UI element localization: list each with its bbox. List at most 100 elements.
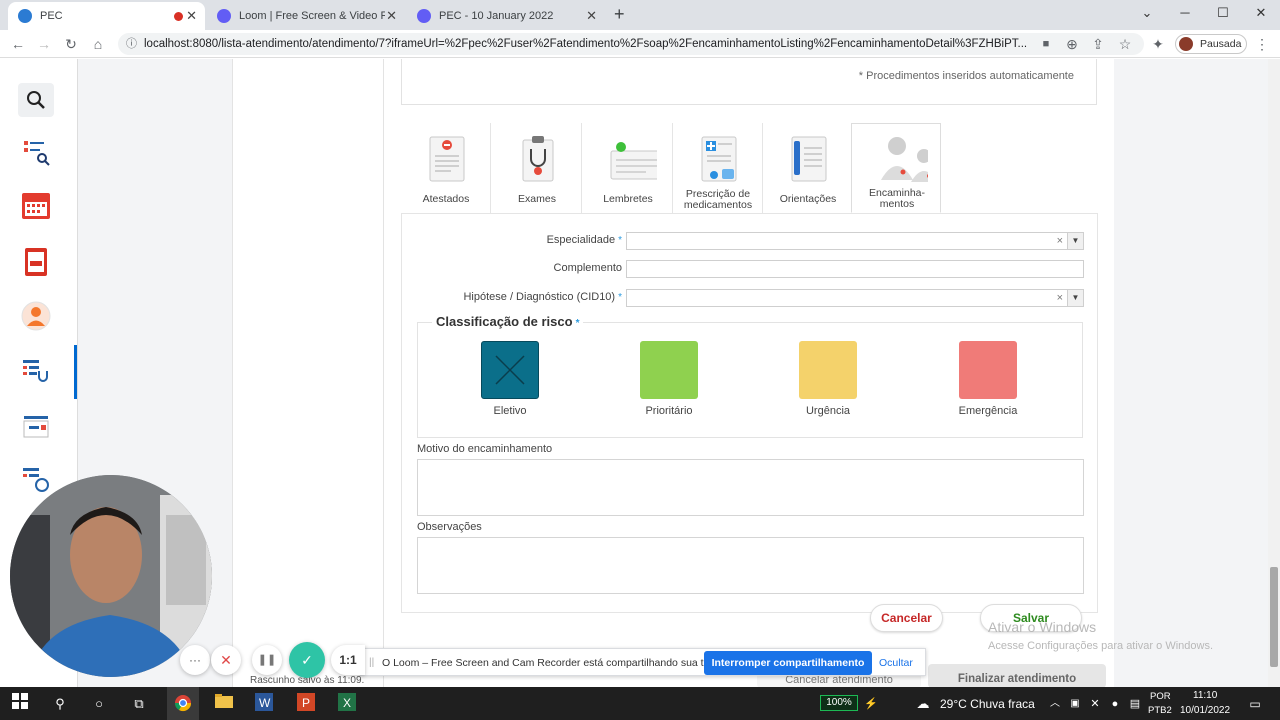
close-icon[interactable]: ✕ — [386, 8, 397, 24]
webcam-bubble[interactable] — [10, 475, 212, 677]
scrollbar[interactable] — [1268, 59, 1280, 687]
complemento-input[interactable] — [626, 260, 1084, 278]
tab-lembretes[interactable]: Lembretes — [583, 123, 673, 213]
chevron-up-icon[interactable]: ︿ — [1044, 693, 1066, 715]
close-icon[interactable]: ✕ — [586, 8, 597, 24]
queue-clock-icon[interactable] — [18, 463, 54, 497]
drag-handle-icon[interactable]: || — [369, 657, 374, 668]
tab-exames[interactable]: Exames — [492, 123, 582, 213]
calendar-icon[interactable] — [18, 189, 54, 223]
language-code[interactable]: POR — [1150, 691, 1171, 702]
scrollbar-thumb[interactable] — [1270, 567, 1278, 667]
tray-app-icon[interactable]: ▣ — [1064, 693, 1086, 715]
weather-text[interactable]: 29°C Chuva fraca — [940, 697, 1035, 711]
close-icon[interactable]: ✕ — [186, 8, 197, 24]
tab-atestados[interactable]: Atestados — [401, 123, 491, 213]
patient-search-icon[interactable] — [18, 135, 54, 169]
attendance-list-icon[interactable] — [18, 355, 54, 389]
chevron-down-icon[interactable]: ▼ — [1067, 290, 1083, 306]
procedures-box: * Procedimentos inseridos automaticament… — [401, 59, 1097, 105]
risk-prioritario[interactable]: Prioritário — [639, 341, 699, 417]
finish-recording-button[interactable]: ✓ — [289, 642, 325, 678]
loom-favicon-icon — [217, 9, 231, 23]
tab-orientacoes[interactable]: Orientações — [763, 123, 853, 213]
powerpoint-icon[interactable]: P — [295, 693, 317, 715]
cancel-recording-button[interactable]: ✕ — [211, 645, 241, 675]
clear-icon[interactable]: × — [1057, 235, 1063, 247]
cds-document-icon[interactable] — [18, 245, 54, 279]
site-info-icon[interactable]: ⓘ — [126, 33, 137, 55]
back-icon[interactable]: ← — [8, 34, 28, 54]
tab-encaminhamentos[interactable]: Encaminha-mentos — [851, 123, 941, 213]
motivo-label: Motivo do encaminhamento — [417, 443, 553, 455]
search-icon[interactable] — [18, 83, 54, 117]
windows-activation-title: Ativar o Windows — [988, 619, 1097, 635]
risk-emergencia-swatch[interactable] — [959, 341, 1017, 399]
minimize-button[interactable]: ─ — [1166, 0, 1204, 28]
risk-emergencia[interactable]: Emergência — [958, 341, 1018, 417]
risk-prioritario-swatch[interactable] — [640, 341, 698, 399]
avatar — [1179, 37, 1193, 51]
file-explorer-icon[interactable] — [213, 693, 235, 715]
new-tab-button[interactable]: + — [614, 4, 625, 25]
camera-icon[interactable]: ■ — [1036, 34, 1056, 54]
extensions-icon[interactable]: ✦ — [1148, 34, 1168, 54]
risk-urgencia-swatch[interactable] — [799, 341, 857, 399]
pause-button[interactable]: ❚❚ — [252, 645, 282, 675]
maximize-button[interactable]: ☐ — [1204, 0, 1242, 28]
home-icon[interactable]: ⌂ — [88, 34, 108, 54]
loom-favicon-icon — [417, 9, 431, 23]
zoom-icon[interactable]: ⊕ — [1062, 34, 1082, 54]
address-input[interactable]: ⓘ localhost:8080/lista-atendimento/atend… — [118, 33, 1144, 55]
chrome-icon[interactable] — [167, 687, 199, 720]
risk-label: Emergência — [958, 405, 1018, 417]
bookmark-star-icon[interactable]: ☆ — [1115, 34, 1135, 54]
notifications-icon[interactable]: ▭ — [1244, 693, 1266, 715]
profile-button[interactable]: Pausada — [1175, 34, 1247, 54]
keyboard-layout[interactable]: PTB2 — [1148, 705, 1172, 716]
clock-date[interactable]: 10/01/2022 — [1180, 705, 1230, 716]
menu-icon[interactable]: ⋮ — [1252, 34, 1272, 54]
clock-time[interactable]: 11:10 — [1193, 690, 1217, 701]
tab-pec-jan[interactable]: PEC - 10 January 2022 ✕ — [407, 2, 605, 30]
tab-loom[interactable]: Loom | Free Screen & Video Recor ✕ — [207, 2, 405, 30]
observacoes-label: Observações — [417, 521, 482, 533]
hide-button[interactable]: Ocultar — [879, 657, 913, 669]
forward-icon[interactable]: → — [34, 34, 54, 54]
tab-label: Exames — [518, 193, 556, 205]
motivo-textarea[interactable] — [417, 459, 1084, 516]
tab-search-icon[interactable]: ⌄ — [1128, 0, 1166, 28]
mute-icon[interactable]: ✕ — [1084, 693, 1106, 715]
risk-eletivo[interactable]: Eletivo — [480, 341, 540, 417]
tab-pec[interactable]: PEC ✕ — [8, 2, 205, 30]
more-options-button[interactable]: ··· — [180, 645, 210, 675]
tab-label: Lembretes — [603, 193, 653, 205]
cancel-button[interactable]: Cancelar — [870, 604, 943, 632]
window-close-button[interactable]: ✕ — [1242, 0, 1280, 28]
reload-icon[interactable]: ↻ — [61, 34, 81, 54]
share-icon[interactable]: ⇪ — [1088, 34, 1108, 54]
records-icon[interactable] — [18, 409, 54, 443]
clear-icon[interactable]: × — [1057, 292, 1063, 304]
battery-indicator[interactable]: 100% — [820, 695, 858, 711]
cortana-icon[interactable]: ○ — [88, 693, 110, 715]
search-icon[interactable]: ⚲ — [49, 693, 71, 715]
word-icon[interactable]: W — [253, 693, 275, 715]
risk-eletivo-swatch[interactable] — [481, 341, 539, 399]
procedures-note: * Procedimentos inseridos automaticament… — [858, 70, 1074, 82]
user-profile-icon[interactable] — [18, 299, 54, 333]
hipotese-select[interactable]: × ▼ — [626, 289, 1084, 307]
especialidade-select[interactable]: × ▼ — [626, 232, 1084, 250]
task-view-icon[interactable]: ⧉ — [128, 693, 150, 715]
weather-cloud-icon[interactable]: ☁ — [912, 693, 934, 715]
excel-icon[interactable]: X — [336, 693, 358, 715]
finish-attendance-button[interactable]: Finalizar atendimento — [928, 664, 1106, 688]
microphone-icon[interactable]: ● — [1104, 693, 1126, 715]
windows-start-icon[interactable] — [9, 693, 31, 715]
network-icon[interactable]: ▤ — [1124, 693, 1146, 715]
stop-sharing-button[interactable]: Interromper compartilhamento — [704, 651, 872, 675]
chevron-down-icon[interactable]: ▼ — [1067, 233, 1083, 249]
observacoes-textarea[interactable] — [417, 537, 1084, 594]
risk-urgencia[interactable]: Urgência — [798, 341, 858, 417]
tab-prescricao[interactable]: Prescrição de medicamentos — [673, 123, 763, 213]
